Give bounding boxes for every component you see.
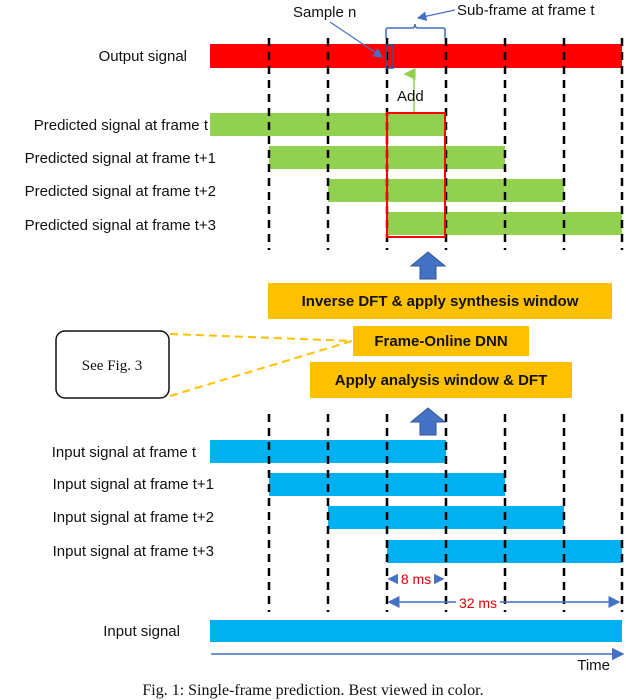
window-label: 32 ms bbox=[459, 595, 497, 611]
subframe-brace bbox=[385, 23, 446, 38]
up-arrow-bottom bbox=[409, 407, 447, 436]
sample-annotation: Sample n bbox=[293, 4, 356, 21]
input-signal-label: Input signal bbox=[103, 623, 180, 640]
input-label-3: Input signal at frame t+3 bbox=[53, 543, 214, 560]
inverse-dft-label: Inverse DFT & apply synthesis window bbox=[302, 293, 579, 310]
dnn-label: Frame-Online DNN bbox=[374, 333, 507, 350]
output-label: Output signal bbox=[99, 48, 187, 65]
figure-caption: Fig. 1: Single-frame prediction. Best vi… bbox=[142, 682, 483, 699]
up-arrow-top bbox=[409, 251, 447, 280]
input-label-1: Input signal at frame t+1 bbox=[53, 476, 214, 493]
input-label-0: Input signal at frame t bbox=[52, 444, 197, 461]
link-upper bbox=[169, 333, 353, 342]
hop-label: 8 ms bbox=[401, 571, 431, 587]
add-label: Add bbox=[397, 88, 424, 105]
subframe-annotation: Sub-frame at frame t bbox=[457, 2, 595, 19]
diagram: Output signal Predicted signal at frame … bbox=[25, 2, 625, 699]
analysis-label: Apply analysis window & DFT bbox=[335, 372, 548, 389]
predicted-label-3: Predicted signal at frame t+3 bbox=[25, 217, 216, 234]
predicted-label-2: Predicted signal at frame t+2 bbox=[25, 183, 216, 200]
predicted-label-0: Predicted signal at frame t bbox=[34, 117, 209, 134]
time-label: Time bbox=[577, 657, 610, 674]
predicted-label-1: Predicted signal at frame t+1 bbox=[25, 150, 216, 167]
subframe-pointer bbox=[416, 9, 456, 21]
input-signal-bar bbox=[210, 620, 622, 642]
input-label-2: Input signal at frame t+2 bbox=[53, 509, 214, 526]
see-fig-label: See Fig. 3 bbox=[82, 358, 142, 374]
output-bar bbox=[210, 44, 622, 68]
